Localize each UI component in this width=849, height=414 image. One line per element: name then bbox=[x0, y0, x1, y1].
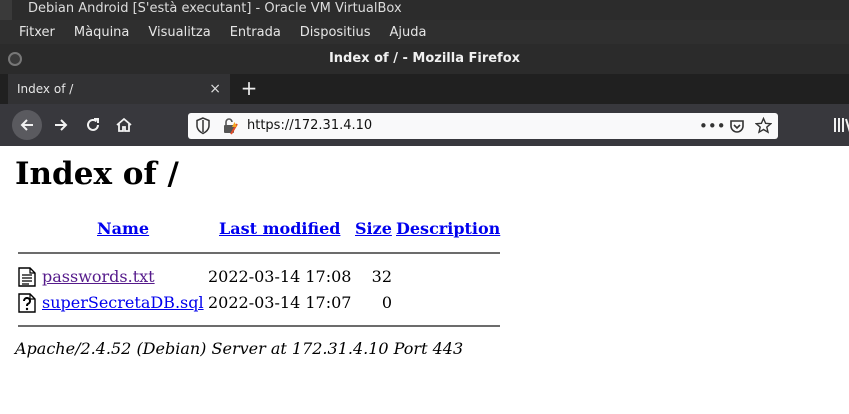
menu-ajuda[interactable]: Ajuda bbox=[390, 25, 427, 40]
back-button[interactable] bbox=[12, 110, 42, 140]
menu-maquina[interactable]: Màquina bbox=[74, 25, 130, 40]
unknown-file-icon bbox=[18, 293, 36, 313]
page-actions-icon[interactable]: ••• bbox=[699, 113, 726, 139]
pocket-icon[interactable] bbox=[729, 118, 745, 134]
reload-icon bbox=[87, 118, 99, 131]
column-header-size[interactable]: Size bbox=[355, 218, 392, 240]
table-row: superSecretaDB.sql 2022-03-14 17:07 0 bbox=[18, 292, 518, 314]
forward-button[interactable] bbox=[46, 110, 76, 140]
tracking-protection-shield-icon[interactable] bbox=[196, 117, 210, 135]
navigation-toolbar: https://172.31.4.10 ••• bbox=[0, 104, 849, 146]
library-icon[interactable] bbox=[833, 116, 849, 134]
file-last-modified: 2022-03-14 17:08 bbox=[208, 267, 352, 286]
vbox-window-titlebar: Debian Android [S'està executant] - Orac… bbox=[0, 0, 849, 20]
home-icon bbox=[116, 117, 132, 132]
star-icon[interactable] bbox=[755, 117, 772, 134]
arrow-right-icon bbox=[55, 119, 68, 131]
column-header-last-modified[interactable]: Last modified bbox=[219, 218, 340, 240]
firefox-titlebar: Index of / - Mozilla Firefox bbox=[0, 44, 849, 74]
tab-index-of-root[interactable]: Index of / × bbox=[8, 74, 230, 104]
table-top-divider bbox=[18, 252, 500, 254]
url-text[interactable]: https://172.31.4.10 bbox=[247, 113, 372, 139]
column-header-name[interactable]: Name bbox=[97, 218, 149, 240]
tab-title: Index of / bbox=[17, 82, 74, 96]
window-menu-button[interactable] bbox=[8, 52, 22, 66]
table-bottom-divider bbox=[18, 325, 500, 327]
server-signature: Apache/2.4.52 (Debian) Server at 172.31.… bbox=[15, 339, 464, 358]
firefox-window-title: Index of / - Mozilla Firefox bbox=[328, 51, 521, 66]
arrow-left-icon bbox=[20, 119, 33, 131]
titlebar-edge bbox=[0, 0, 12, 20]
menu-fitxer[interactable]: Fitxer bbox=[19, 25, 55, 40]
table-row: passwords.txt 2022-03-14 17:08 32 bbox=[18, 266, 518, 288]
file-last-modified: 2022-03-14 17:07 bbox=[208, 293, 352, 312]
tab-strip: Index of / × + bbox=[0, 74, 849, 104]
insecure-lock-icon[interactable] bbox=[222, 117, 238, 135]
file-link-supersecretadb-sql[interactable]: superSecretaDB.sql bbox=[42, 292, 204, 314]
menu-entrada[interactable]: Entrada bbox=[230, 25, 281, 40]
home-button[interactable] bbox=[109, 110, 139, 140]
menu-dispositius[interactable]: Dispositius bbox=[300, 25, 371, 40]
url-bar[interactable]: https://172.31.4.10 ••• bbox=[188, 113, 778, 139]
menu-visualitza[interactable]: Visualitza bbox=[148, 25, 210, 40]
page-content: Index of / Name Last modified Size Descr… bbox=[0, 146, 849, 414]
file-link-passwords-txt[interactable]: passwords.txt bbox=[42, 266, 155, 288]
tab-close-icon[interactable]: × bbox=[209, 74, 221, 104]
reload-button[interactable] bbox=[78, 110, 108, 140]
vbox-window-title: Debian Android [S'està executant] - Orac… bbox=[28, 1, 402, 16]
page-heading: Index of / bbox=[15, 156, 179, 192]
file-size: 0 bbox=[381, 293, 392, 312]
column-header-description[interactable]: Description bbox=[396, 218, 500, 240]
new-tab-button[interactable]: + bbox=[239, 74, 259, 104]
file-size: 32 bbox=[371, 267, 392, 286]
vbox-menubar: Fitxer Màquina Visualitza Entrada Dispos… bbox=[0, 20, 849, 44]
text-file-icon bbox=[18, 267, 36, 287]
